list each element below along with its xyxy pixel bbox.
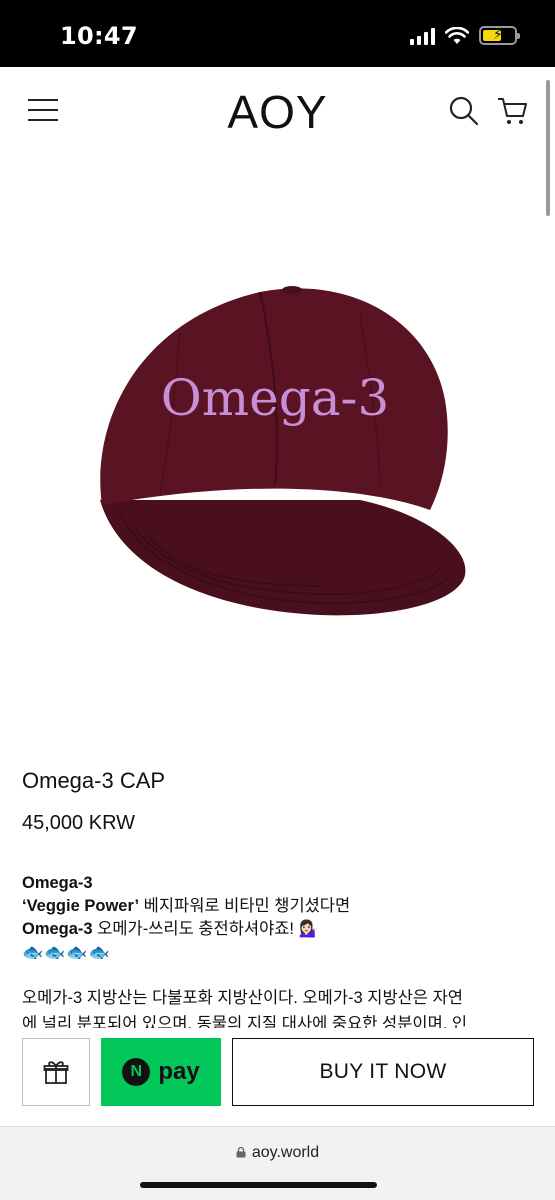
cart-icon[interactable] xyxy=(496,95,528,127)
description-line: Omega-3 오메가-쓰리도 충전하셔야죠! 💁🏻‍♀️ xyxy=(22,920,320,938)
cap-embroidery-text: Omega-3 xyxy=(161,369,390,427)
fish-emoji-row: 🐟🐟🐟🐟 xyxy=(22,943,111,962)
npay-logo-icon: N xyxy=(122,1058,151,1086)
product-price: 45,000 KRW xyxy=(22,812,136,834)
description-heading: Omega-3 xyxy=(22,874,93,892)
description-line: ‘Veggie Power’ 베지파워로 비타민 챙기셨다면 xyxy=(22,897,351,915)
lock-icon xyxy=(236,1147,246,1158)
battery-icon: ⚡ xyxy=(479,26,520,45)
home-indicator[interactable] xyxy=(140,1182,377,1188)
gift-icon xyxy=(43,1061,69,1084)
site-header: AOY xyxy=(0,67,555,157)
description-paragraph: 오메가-3 지방산는 다불포화 지방산이다. 오메가-3 지방산은 자연 에 널… xyxy=(22,989,468,1029)
product-description: Omega-3 ‘Veggie Power’ 베지파워로 비타민 챙기셨다면 O… xyxy=(22,872,542,964)
gift-button[interactable] xyxy=(22,1038,90,1106)
wifi-icon xyxy=(445,26,469,44)
status-time: 10:47 xyxy=(60,22,138,50)
product-title: Omega-3 CAP xyxy=(22,768,166,793)
npay-label: pay xyxy=(158,1058,200,1085)
url-text: aoy.world xyxy=(251,1144,320,1161)
buy-now-button[interactable]: BUY IT NOW xyxy=(232,1038,534,1106)
npay-button[interactable]: N pay xyxy=(101,1038,221,1106)
purchase-bar: N pay BUY IT NOW xyxy=(0,1028,555,1126)
cellular-signal-icon xyxy=(410,27,435,45)
status-icons: ⚡ xyxy=(410,26,520,45)
browser-address-bar[interactable]: aoy.world xyxy=(0,1126,555,1200)
page-scrollbar[interactable] xyxy=(546,80,550,216)
status-bar: 10:47 ⚡ xyxy=(0,0,555,67)
search-icon[interactable] xyxy=(448,95,480,127)
url-display[interactable]: aoy.world xyxy=(0,1144,555,1162)
product-image[interactable]: Omega-3 xyxy=(60,270,495,650)
